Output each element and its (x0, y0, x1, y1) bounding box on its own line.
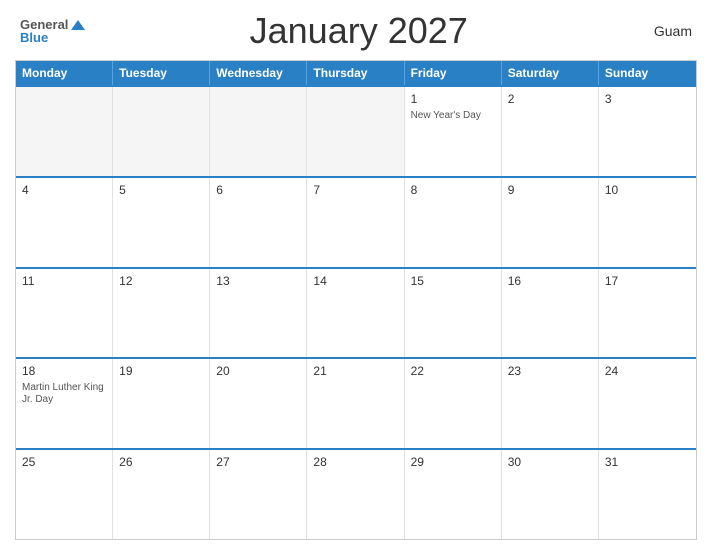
day-number: 10 (605, 183, 690, 197)
week-row-4: 18 Martin Luther King Jr. Day 19 20 21 22 23 24 (16, 357, 696, 448)
cal-cell: 1 New Year's Day (405, 87, 502, 176)
holiday-label: Martin Luther King Jr. Day (22, 382, 106, 406)
cal-cell: 3 (599, 87, 696, 176)
week-row-3: 11 12 13 14 15 16 17 (16, 267, 696, 358)
day-number: 4 (22, 183, 106, 197)
cal-cell: 20 (210, 359, 307, 448)
cal-cell: 19 (113, 359, 210, 448)
day-number: 26 (119, 455, 203, 469)
day-number: 25 (22, 455, 106, 469)
week-row-1: 1 New Year's Day 23 (16, 85, 696, 176)
day-number: 12 (119, 274, 203, 288)
cal-cell: 12 (113, 269, 210, 358)
cal-cell: 6 (210, 178, 307, 267)
header: General Blue January 2027 Guam (15, 10, 697, 52)
cal-cell: 15 (405, 269, 502, 358)
header-day-thursday: Thursday (307, 61, 404, 85)
day-number: 28 (313, 455, 397, 469)
week-row-5: 25 26 27 28 29 30 31 (16, 448, 696, 539)
day-number: 14 (313, 274, 397, 288)
cal-cell: 23 (502, 359, 599, 448)
cal-cell: 17 (599, 269, 696, 358)
calendar-body: 1New Year's Day2345678910111213141516171… (16, 85, 696, 539)
header-day-friday: Friday (405, 61, 502, 85)
day-number: 30 (508, 455, 592, 469)
week-row-2: 456789 10 (16, 176, 696, 267)
logo: General Blue (20, 18, 85, 44)
day-number: 2 (508, 92, 592, 106)
cal-cell: 14 (307, 269, 404, 358)
logo-triangle-icon (71, 20, 85, 30)
day-number: 3 (605, 92, 690, 106)
cal-cell: 21 (307, 359, 404, 448)
day-number: 20 (216, 364, 300, 378)
day-number: 6 (216, 183, 300, 197)
cal-cell (307, 87, 404, 176)
region-label: Guam (632, 23, 692, 39)
cal-cell: 26 (113, 450, 210, 539)
header-day-saturday: Saturday (502, 61, 599, 85)
day-number: 24 (605, 364, 690, 378)
day-number: 21 (313, 364, 397, 378)
header-day-tuesday: Tuesday (113, 61, 210, 85)
day-number: 9 (508, 183, 592, 197)
cal-cell: 5 (113, 178, 210, 267)
cal-cell: 27 (210, 450, 307, 539)
header-day-wednesday: Wednesday (210, 61, 307, 85)
day-number: 1 (411, 92, 495, 106)
day-number: 17 (605, 274, 690, 288)
calendar: MondayTuesdayWednesdayThursdayFridaySatu… (15, 60, 697, 540)
day-number: 23 (508, 364, 592, 378)
cal-cell: 31 (599, 450, 696, 539)
cal-cell: 9 (502, 178, 599, 267)
cal-cell: 8 (405, 178, 502, 267)
day-number: 8 (411, 183, 495, 197)
day-number: 19 (119, 364, 203, 378)
day-number: 7 (313, 183, 397, 197)
day-number: 27 (216, 455, 300, 469)
cal-cell: 24 (599, 359, 696, 448)
cal-cell (210, 87, 307, 176)
cal-cell: 16 (502, 269, 599, 358)
day-number: 18 (22, 364, 106, 378)
day-number: 31 (605, 455, 690, 469)
day-number: 15 (411, 274, 495, 288)
cal-cell: 25 (16, 450, 113, 539)
cal-cell (113, 87, 210, 176)
cal-cell: 11 (16, 269, 113, 358)
day-number: 5 (119, 183, 203, 197)
cal-cell: 7 (307, 178, 404, 267)
header-day-monday: Monday (16, 61, 113, 85)
page: General Blue January 2027 Guam MondayTue… (0, 0, 712, 550)
day-number: 13 (216, 274, 300, 288)
day-number: 22 (411, 364, 495, 378)
cal-cell: 29 (405, 450, 502, 539)
cal-cell: 10 (599, 178, 696, 267)
cal-cell: 22 (405, 359, 502, 448)
cal-cell (16, 87, 113, 176)
day-number: 29 (411, 455, 495, 469)
cal-cell: 18 Martin Luther King Jr. Day (16, 359, 113, 448)
logo-blue-row: Blue (20, 31, 85, 44)
calendar-header: MondayTuesdayWednesdayThursdayFridaySatu… (16, 61, 696, 85)
calendar-title: January 2027 (85, 10, 632, 52)
day-number: 16 (508, 274, 592, 288)
logo-blue-text: Blue (20, 31, 48, 44)
header-day-sunday: Sunday (599, 61, 696, 85)
cal-cell: 30 (502, 450, 599, 539)
cal-cell: 28 (307, 450, 404, 539)
cal-cell: 4 (16, 178, 113, 267)
cal-cell: 2 (502, 87, 599, 176)
cal-cell: 13 (210, 269, 307, 358)
day-number: 11 (22, 274, 106, 288)
holiday-label: New Year's Day (411, 110, 495, 122)
